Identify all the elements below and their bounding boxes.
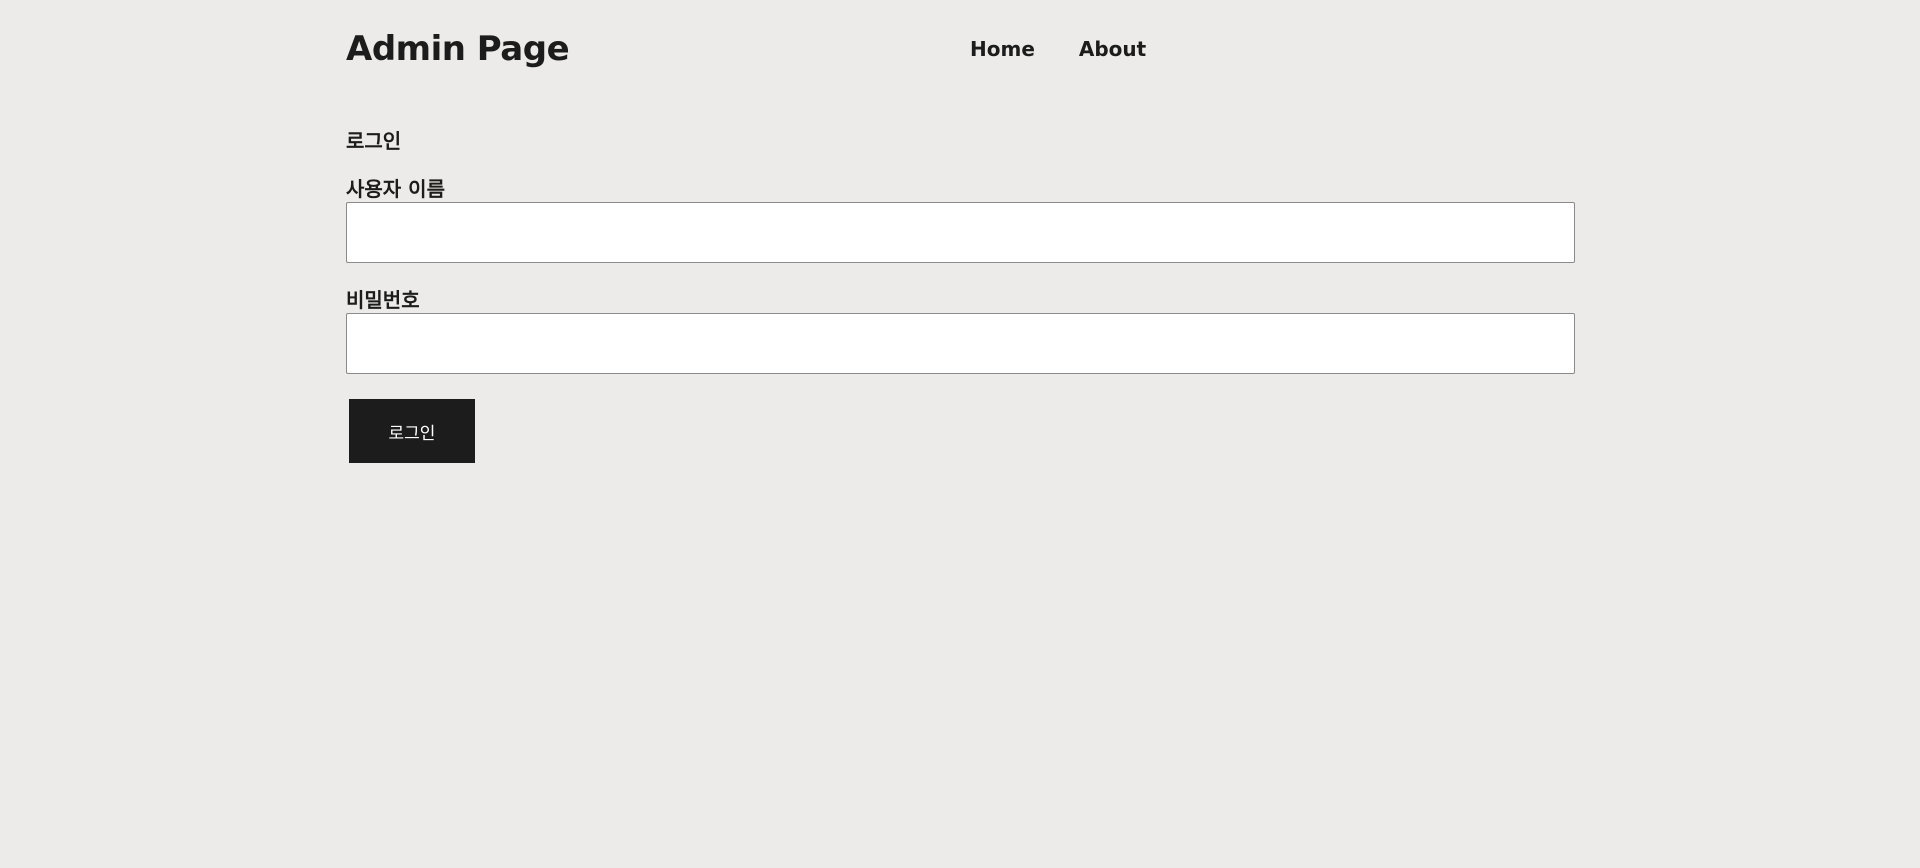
login-button[interactable]: 로그인 xyxy=(349,399,475,463)
password-label: 비밀번호 xyxy=(346,288,420,312)
login-form: 로그인 사용자 이름 비밀번호 로그인 xyxy=(346,128,1575,463)
site-title: Admin Page xyxy=(346,29,570,69)
password-input[interactable] xyxy=(346,313,1575,374)
username-label: 사용자 이름 xyxy=(346,177,445,201)
nav-link-home[interactable]: Home xyxy=(970,36,1035,62)
username-input[interactable] xyxy=(346,202,1575,263)
nav-link-about[interactable]: About xyxy=(1079,36,1146,62)
login-heading: 로그인 xyxy=(346,129,402,153)
main-nav: Home About xyxy=(970,36,1146,62)
top-header: Admin Page Home About xyxy=(346,0,1575,100)
page-container: Admin Page Home About 로그인 사용자 이름 비밀번호 로그… xyxy=(346,0,1575,463)
